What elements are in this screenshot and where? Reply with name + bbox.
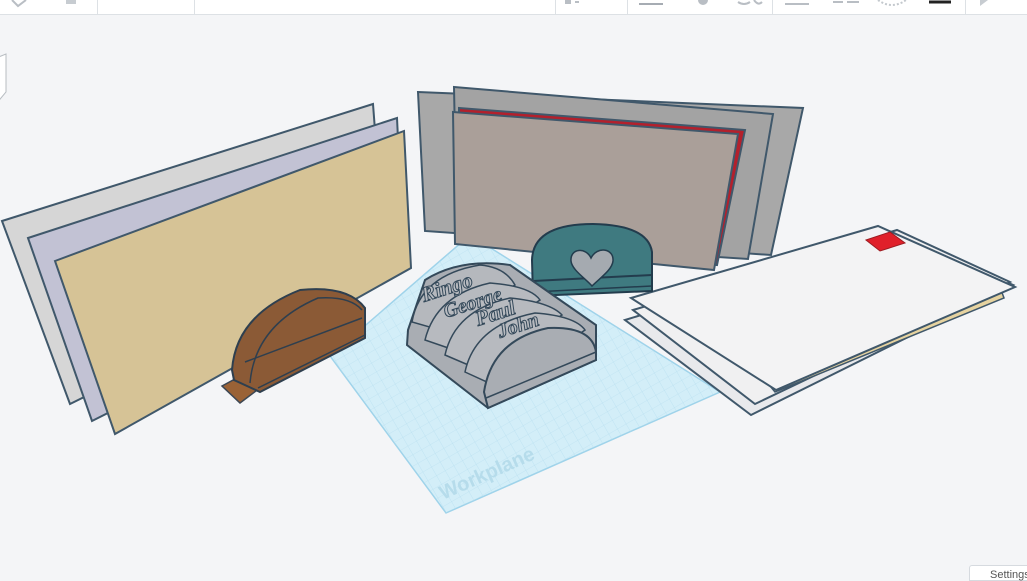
note-icon[interactable] — [736, 0, 764, 8]
toolbar-divider — [772, 0, 773, 14]
toolbar-divider — [97, 0, 98, 14]
simulate-icon[interactable] — [976, 0, 996, 8]
toolbar — [0, 0, 1027, 15]
ruler-icon[interactable] — [783, 0, 813, 8]
toolbar-divider — [194, 0, 195, 14]
workplane-icon[interactable] — [925, 0, 955, 8]
flip-icon[interactable] — [693, 0, 713, 8]
grid-icon[interactable] — [831, 0, 861, 8]
toolbar-divider — [965, 0, 966, 14]
3d-viewport[interactable]: Workplane Ringo George Paul John — [0, 15, 1027, 578]
group-icon[interactable] — [10, 0, 30, 8]
teal-heart-holder[interactable] — [530, 222, 653, 298]
ungroup-icon[interactable] — [64, 0, 80, 8]
align-icon[interactable] — [563, 0, 583, 8]
mirror-icon[interactable] — [637, 0, 667, 8]
card-stack-left[interactable] — [0, 102, 413, 436]
settings-button[interactable]: Settings — [969, 565, 1027, 581]
settings-label: Settings — [990, 569, 1027, 581]
toolbar-divider — [627, 0, 628, 14]
toolbar-divider — [555, 0, 556, 14]
shape-lights-icon[interactable] — [876, 0, 910, 8]
